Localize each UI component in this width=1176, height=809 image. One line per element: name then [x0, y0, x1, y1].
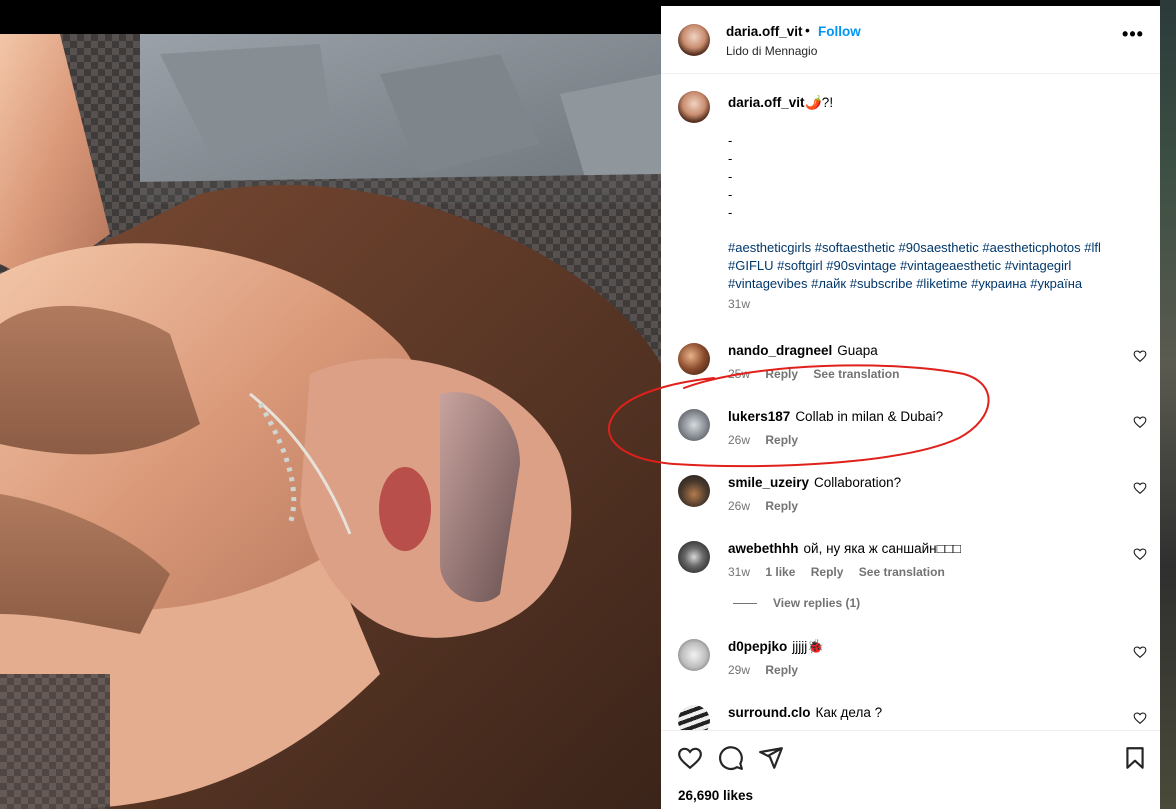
commenter-username[interactable]: nando_dragneel [728, 343, 832, 358]
caption-timestamp[interactable]: 31w [728, 297, 750, 311]
comment-text: Как дела ? [815, 705, 883, 720]
author-username[interactable]: daria.off_vit [726, 24, 803, 39]
post-actions-bar: 26,690 likes [661, 730, 1160, 809]
comment-body: surround.clo Как дела ? [728, 705, 882, 720]
comment-body: smile_uzeiry Collaboration? [728, 475, 901, 490]
comment-text: Collab in milan & Dubai? [795, 409, 944, 424]
view-replies-label: View replies (1) [773, 596, 861, 610]
reply-button[interactable]: Reply [811, 565, 844, 579]
photo-illustration [0, 34, 661, 809]
caption-author-avatar[interactable] [678, 91, 710, 123]
replies-divider [733, 603, 757, 605]
comment-body: nando_dragneel Guapa [728, 343, 878, 358]
comments-scroll-area[interactable]: daria.off_vit 🌶️?! - - - - - #aestheticg… [661, 75, 1160, 730]
comment-text: ой, ну яка ж саншайн□□□ [803, 541, 962, 556]
reply-button[interactable]: Reply [765, 499, 798, 513]
caption-author-username[interactable]: daria.off_vit [728, 95, 805, 110]
comment-timestamp[interactable]: 26w [728, 499, 750, 513]
heart-icon[interactable] [1133, 547, 1147, 561]
caption-text: 🌶️?! [805, 95, 834, 110]
background-feed-edge [1160, 0, 1176, 809]
screen: daria.off_vit • Follow Lido di Mennagio … [0, 0, 1176, 809]
see-translation-button[interactable]: See translation [813, 367, 899, 381]
commenter-username[interactable]: d0pepjko [728, 639, 787, 654]
heart-icon[interactable] [677, 745, 703, 771]
commenter-avatar[interactable] [678, 343, 710, 375]
commenter-avatar[interactable] [678, 541, 710, 573]
comment-meta: 25w Reply See translation [728, 367, 911, 381]
bookmark-icon[interactable] [1122, 745, 1148, 771]
comment-meta: 29w Reply [728, 663, 810, 677]
comment-text: Guapa [837, 343, 878, 358]
commenter-username[interactable]: lukers187 [728, 409, 790, 424]
caption-dash: - [728, 169, 733, 184]
commenter-avatar[interactable] [678, 639, 710, 671]
share-icon[interactable] [758, 745, 784, 771]
comment-text: Collaboration? [814, 475, 902, 490]
reply-button[interactable]: Reply [765, 433, 798, 447]
post-header: daria.off_vit • Follow Lido di Mennagio … [661, 6, 1160, 74]
commenter-avatar[interactable] [678, 475, 710, 507]
comment-timestamp[interactable]: 25w [728, 367, 750, 381]
caption-dash: - [728, 133, 733, 148]
comment-meta: 26w Reply [728, 433, 810, 447]
heart-icon[interactable] [1133, 349, 1147, 363]
commenter-avatar[interactable] [678, 409, 710, 441]
comment-item: smile_uzeiry Collaboration? 26w Reply [661, 475, 1160, 535]
author-avatar[interactable] [678, 24, 710, 56]
comment-item: nando_dragneel Guapa 25w Reply See transl… [661, 343, 1160, 403]
post-photo[interactable] [0, 34, 661, 809]
commenter-username[interactable]: smile_uzeiry [728, 475, 809, 490]
separator-dot: • [805, 22, 810, 38]
comment-meta: 31w 1 like Reply See translation [728, 565, 957, 579]
comment-like-count[interactable]: 1 like [765, 565, 795, 579]
comment-body: lukers187 Collab in milan & Dubai? [728, 409, 943, 424]
comment-body: awebethhh ой, ну яка ж саншайн□□□ [728, 541, 961, 556]
comment-icon[interactable] [718, 745, 744, 771]
view-replies-button[interactable]: View replies (1) [733, 596, 860, 610]
commenter-username[interactable]: awebethhh [728, 541, 799, 556]
comment-item: awebethhh ой, ну яка ж саншайн□□□ 31w 1 l… [661, 541, 1160, 601]
heart-icon[interactable] [1133, 415, 1147, 429]
more-icon[interactable]: ••• [1121, 25, 1145, 48]
comment-body: d0pepjko jjjjj🐞 [728, 639, 824, 655]
comment-text: jjjjj🐞 [792, 639, 825, 654]
commenter-avatar[interactable] [678, 705, 710, 730]
heart-icon[interactable] [1133, 481, 1147, 495]
comment-timestamp[interactable]: 29w [728, 663, 750, 677]
location-link[interactable]: Lido di Mennagio [726, 44, 817, 58]
comment-meta: 26w Reply [728, 499, 810, 513]
reply-button[interactable]: Reply [765, 367, 798, 381]
heart-icon[interactable] [1133, 711, 1147, 725]
comment-item: surround.clo Как дела ? [661, 705, 1160, 730]
see-translation-button[interactable]: See translation [859, 565, 945, 579]
comment-timestamp[interactable]: 26w [728, 433, 750, 447]
caption-dash: - [728, 205, 733, 220]
follow-button[interactable]: Follow [818, 24, 861, 39]
comment-timestamp[interactable]: 31w [728, 565, 750, 579]
caption-dash: - [728, 151, 733, 166]
post-side-panel: daria.off_vit • Follow Lido di Mennagio … [661, 6, 1160, 809]
likes-count[interactable]: 26,690 likes [678, 788, 753, 803]
caption-hashtags[interactable]: #aestheticgirls #softaesthetic #90saesth… [728, 239, 1148, 293]
caption-dash: - [728, 187, 733, 202]
commenter-username[interactable]: surround.clo [728, 705, 811, 720]
reply-button[interactable]: Reply [765, 663, 798, 677]
heart-icon[interactable] [1133, 645, 1147, 659]
comment-item: d0pepjko jjjjj🐞 29w Reply [661, 639, 1160, 699]
comment-item: lukers187 Collab in milan & Dubai? 26w Re… [661, 409, 1160, 469]
